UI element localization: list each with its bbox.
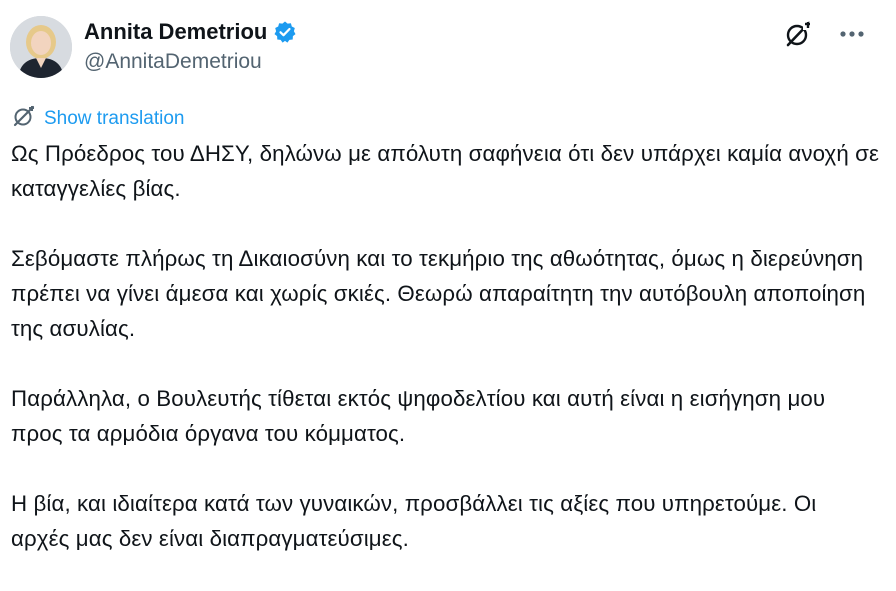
translate-icon	[12, 104, 36, 133]
tweet-paragraph-3: Παράλληλα, ο Βουλευτής τίθεται εκτός ψηφ…	[11, 386, 826, 446]
author-block: Annita Demetriou @AnnitaDemetriou	[84, 16, 297, 74]
display-name[interactable]: Annita Demetriou	[84, 19, 267, 45]
tweet-card: Annita Demetriou @AnnitaDemetriou Show t…	[0, 0, 896, 591]
avatar[interactable]	[10, 16, 72, 78]
tweet-paragraph-1: Ως Πρόεδρος του ΔΗΣΥ, δηλώνω με απόλυτη …	[11, 141, 880, 201]
show-translation-label[interactable]: Show translation	[44, 108, 184, 130]
top-actions	[782, 18, 868, 50]
show-translation-button[interactable]: Show translation	[12, 104, 184, 133]
tweet-paragraph-4: Η βία, και ιδιαίτερα κατά των γυναικών, …	[11, 491, 817, 551]
verified-badge-icon[interactable]	[273, 20, 297, 44]
more-dots-icon[interactable]	[836, 18, 868, 50]
grok-icon[interactable]	[782, 18, 814, 50]
tweet-body: Ως Πρόεδρος του ΔΗΣΥ, δηλώνω με απόλυτη …	[11, 136, 881, 591]
user-handle[interactable]: @AnnitaDemetriou	[84, 50, 297, 74]
tweet-paragraph-2: Σεβόμαστε πλήρως τη Δικαιοσύνη και το τε…	[11, 246, 866, 341]
